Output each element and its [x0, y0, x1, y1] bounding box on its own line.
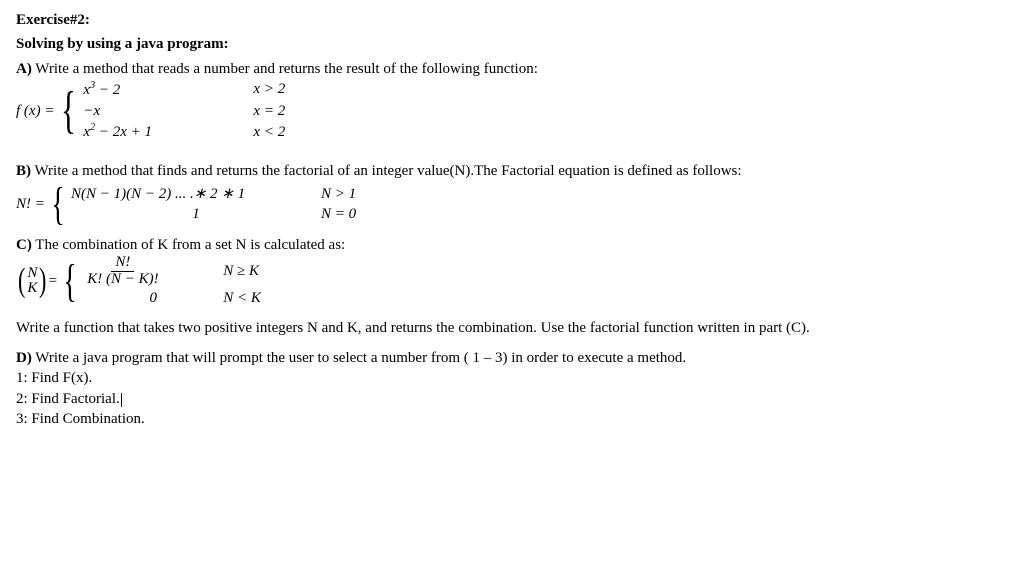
option-1: 1: Find F(x).	[16, 368, 1008, 388]
option-2-text: 2: Find Factorial.	[16, 391, 120, 407]
left-paren-icon: (	[18, 264, 25, 298]
option-3: 3: Find Combination.	[16, 409, 1008, 429]
case-row: x2 − 2x + 1 x < 2	[83, 121, 373, 142]
option-2: 2: Find Factorial.	[16, 389, 1008, 409]
part-b: B) Write a method that finds and returns…	[16, 161, 1008, 227]
case-expr-b: − 2	[95, 82, 120, 98]
part-a-text: Write a method that reads a number and r…	[32, 61, 538, 77]
text-cursor-icon	[121, 393, 122, 407]
case-row: N(N − 1)(N − 2) ... .∗ 2 ∗ 1 N > 1	[71, 184, 441, 204]
cond-op: <	[260, 124, 278, 140]
part-b-text: Write a method that finds and returns th…	[31, 163, 742, 179]
cond-rhs: 2	[278, 103, 286, 119]
combination-cases: N! K! (N − K)! N ≥ K 0 N < K	[83, 255, 343, 308]
piecewise-cases: x3 − 2 x > 2 −x x = 2 x2 − 2x + 1 x < 2	[83, 79, 373, 143]
case-row: 1 N = 0	[71, 204, 441, 224]
part-d-prompt: D) Write a java program that will prompt…	[16, 348, 1008, 368]
case-cond: N < K	[223, 288, 343, 308]
case-expr-b: − 2x + 1	[95, 124, 152, 140]
cond-rhs: 2	[278, 81, 286, 97]
case-row: x3 − 2 x > 2	[83, 79, 373, 100]
part-c-tail: Write a function that takes two positive…	[16, 318, 1008, 338]
part-c: C) The combination of K from a set N is …	[16, 235, 1008, 338]
case-row: N! K! (N − K)! N ≥ K	[83, 255, 343, 288]
fraction: N! K! (N − K)!	[83, 255, 162, 288]
brace-icon: {	[61, 85, 76, 137]
nfact-lhs: N! =	[16, 194, 45, 214]
part-c-prompt: C) The combination of K from a set N is …	[16, 235, 1008, 255]
part-d-text: Write a java program that will prompt th…	[32, 350, 686, 366]
case-row: −x x = 2	[83, 100, 373, 121]
cond-op: =	[260, 103, 278, 119]
binomial-symbol: ( N K )	[16, 264, 49, 298]
frac-num: N!	[111, 255, 134, 272]
part-d-label: D)	[16, 350, 32, 366]
part-b-prompt: B) Write a method that finds and returns…	[16, 161, 1008, 181]
part-d: D) Write a java program that will prompt…	[16, 348, 1008, 429]
brace-icon: {	[51, 181, 64, 227]
part-a: A) Write a method that reads a number an…	[16, 59, 1008, 143]
frac-den: K! (N − K)!	[83, 272, 162, 288]
case-cond: N > 1	[321, 184, 441, 204]
fx-lhs: f (x) =	[16, 101, 54, 121]
exercise-title: Exercise#2:	[16, 10, 1008, 30]
binom-top: N	[27, 266, 37, 281]
part-a-label: A)	[16, 61, 32, 77]
brace-icon: {	[64, 258, 77, 304]
part-c-text: The combination of K from a set N is cal…	[32, 237, 345, 253]
case-expr: −x	[83, 103, 100, 119]
cond-op: >	[260, 81, 278, 97]
cond-rhs: 2	[278, 124, 286, 140]
case-expr: 0	[83, 288, 223, 308]
case-cond: N ≥ K	[223, 261, 343, 281]
subtitle: Solving by using a java program:	[16, 34, 1008, 54]
part-b-label: B)	[16, 163, 31, 179]
part-c-label: C)	[16, 237, 32, 253]
case-row: 0 N < K	[83, 288, 343, 308]
part-c-equation: ( N K ) = { N! K! (N − K)! N ≥ K 0	[16, 255, 1008, 308]
part-b-equation: N! = { N(N − 1)(N − 2) ... .∗ 2 ∗ 1 N > …	[16, 181, 1008, 227]
right-paren-icon: )	[39, 264, 46, 298]
part-a-equation: f (x) = { x3 − 2 x > 2 −x x = 2 x2 − 2x …	[16, 79, 1008, 143]
equals: =	[49, 271, 57, 291]
binom-bot: K	[27, 281, 37, 296]
case-expr: 1	[71, 204, 321, 224]
case-cond: N = 0	[321, 204, 441, 224]
part-a-prompt: A) Write a method that reads a number an…	[16, 59, 1008, 79]
factorial-cases: N(N − 1)(N − 2) ... .∗ 2 ∗ 1 N > 1 1 N =…	[71, 184, 441, 225]
case-expr: N(N − 1)(N − 2) ... .∗ 2 ∗ 1	[71, 184, 321, 204]
